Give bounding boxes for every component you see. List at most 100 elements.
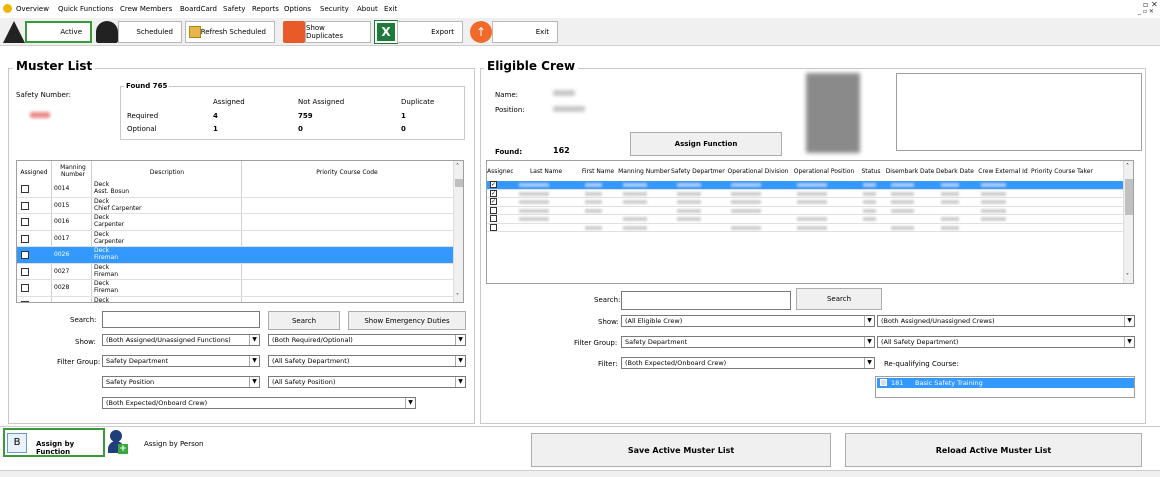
crew-col-header[interactable]: Priority Course Taken xyxy=(1031,168,1093,175)
col-assigned-header[interactable]: Assigned xyxy=(19,169,49,176)
table-row[interactable]: 0027 Deck Fireman xyxy=(17,264,453,280)
crew-col-header[interactable]: Safety Department xyxy=(671,168,725,175)
crew-col-header[interactable]: First Name xyxy=(579,168,617,175)
dropdown-arrow-icon[interactable]: ▼ xyxy=(455,335,465,345)
dropdown-arrow-icon[interactable]: ▼ xyxy=(864,358,874,368)
refresh-scheduled-button[interactable]: Refresh Scheduled xyxy=(185,21,275,43)
row-checkbox[interactable] xyxy=(21,267,29,276)
scroll-up-icon[interactable]: ˄ xyxy=(1126,163,1129,170)
dropdown-arrow-icon[interactable]: ▼ xyxy=(249,335,259,345)
crew-col-header[interactable]: Operational Division xyxy=(725,168,791,175)
col-manning-header[interactable]: Manning Number xyxy=(53,164,93,178)
table-row[interactable]: 0017 Deck Carpenter xyxy=(17,231,453,247)
table-row[interactable]: 0015 Deck Chief Carpenter xyxy=(17,198,453,214)
dropdown-arrow-icon[interactable]: ▼ xyxy=(1124,316,1134,326)
crew-table-scrollbar[interactable]: ˄ ˅ xyxy=(1123,161,1133,283)
crew-row-checkbox[interactable] xyxy=(490,206,497,214)
crew-filter-select-3[interactable]: (Both Expected/Onboard Crew) ▼ xyxy=(621,357,875,369)
crew-col-header[interactable]: Manning Number xyxy=(617,168,671,175)
row-checkbox[interactable] xyxy=(21,201,29,210)
menu-exit[interactable]: Exit xyxy=(384,5,397,13)
emergency-duties-button[interactable]: Show Emergency Duties xyxy=(348,311,466,330)
crew-col-header[interactable]: Disembark Date xyxy=(885,168,935,175)
col-description-header[interactable]: Description xyxy=(93,169,241,176)
muster-table-scrollbar[interactable]: ˄ ˅ xyxy=(453,161,463,302)
table-row[interactable]: 0028 Deck Fireman xyxy=(17,280,453,297)
assign-function-button[interactable]: Assign Function xyxy=(630,132,782,156)
crew-row-checkbox[interactable]: ✓ xyxy=(490,198,497,205)
scheduled-button[interactable]: Scheduled xyxy=(118,21,182,43)
save-muster-list-button[interactable]: Save Active Muster List xyxy=(531,433,831,467)
crew-row-checkbox[interactable] xyxy=(490,215,497,222)
menu-boardcard[interactable]: BoardCard xyxy=(180,5,217,13)
menu-safety[interactable]: Safety xyxy=(223,5,245,13)
crew-table[interactable]: Assigned Last Name First Name Manning Numbe… xyxy=(486,160,1134,284)
muster-show-select-1[interactable]: (Both Assigned/Unassigned Functions) ▼ xyxy=(102,334,260,346)
crew-table-row[interactable]: ✓ xyxy=(487,198,1123,207)
crew-filter-select-2[interactable]: (All Safety Department) ▼ xyxy=(877,336,1135,348)
menu-reports[interactable]: Reports xyxy=(252,5,279,13)
crew-filter-select-1[interactable]: Safety Department ▼ xyxy=(621,336,875,348)
requalifying-course-list[interactable]: 181 Basic Safety Training xyxy=(875,376,1135,398)
scroll-thumb[interactable] xyxy=(1125,179,1133,215)
dropdown-arrow-icon[interactable]: ▼ xyxy=(455,377,465,387)
course-checkbox[interactable] xyxy=(880,379,887,386)
crew-table-row[interactable] xyxy=(487,215,1123,224)
row-checkbox[interactable] xyxy=(21,251,29,259)
menu-security[interactable]: Security xyxy=(320,5,349,13)
assign-by-function-tab[interactable]: B Assign by Function xyxy=(3,428,105,457)
menu-about[interactable]: About xyxy=(357,5,378,13)
scroll-down-icon[interactable]: ˅ xyxy=(456,293,459,300)
muster-filter-select-5[interactable]: (Both Expected/Onboard Crew) ▼ xyxy=(102,397,416,409)
muster-search-input[interactable] xyxy=(102,311,260,328)
window-controls-icon[interactable]: _ ▫ ✕ xyxy=(1138,8,1154,15)
row-checkbox[interactable] xyxy=(21,218,29,226)
dropdown-arrow-icon[interactable]: ▼ xyxy=(405,398,415,408)
menu-crew-members[interactable]: Crew Members xyxy=(120,5,172,13)
show-duplicates-button[interactable]: Show Duplicates xyxy=(305,21,371,43)
muster-filter-select-1[interactable]: Safety Department ▼ xyxy=(102,355,260,367)
crew-col-header[interactable]: Last Name xyxy=(513,168,579,175)
table-row[interactable]: 0016 Deck Carpenter xyxy=(17,214,453,231)
row-checkbox[interactable] xyxy=(21,284,29,292)
row-checkbox[interactable] xyxy=(21,234,29,243)
menu-overview[interactable]: Overview xyxy=(16,5,49,13)
dropdown-arrow-icon[interactable]: ▼ xyxy=(455,356,465,366)
dropdown-arrow-icon[interactable]: ▼ xyxy=(249,377,259,387)
crew-search-button[interactable]: Search xyxy=(796,288,882,310)
scroll-up-icon[interactable]: ˄ xyxy=(456,163,459,170)
export-button[interactable]: Export xyxy=(397,21,463,43)
col-priority-header[interactable]: Priority Course Code xyxy=(241,169,453,176)
menu-options[interactable]: Options xyxy=(284,5,311,13)
crew-table-row[interactable] xyxy=(487,223,1123,232)
menu-quick-functions[interactable]: Quick Functions xyxy=(58,5,113,13)
crew-col-header[interactable]: Status xyxy=(857,168,885,175)
crew-search-input[interactable] xyxy=(621,291,791,310)
row-checkbox[interactable] xyxy=(21,300,29,302)
crew-show-select-2[interactable]: (Both Assigned/Unassigned Crews) ▼ xyxy=(877,315,1135,327)
muster-search-button[interactable]: Search xyxy=(268,311,340,330)
crew-row-checkbox[interactable]: ✓ xyxy=(490,181,497,188)
crew-table-row[interactable]: ✓ xyxy=(487,189,1123,198)
crew-row-checkbox[interactable] xyxy=(490,223,497,231)
crew-row-checkbox[interactable]: ✓ xyxy=(490,189,497,197)
course-item[interactable]: 181 Basic Safety Training xyxy=(877,378,1134,388)
table-row[interactable]: Deck xyxy=(17,297,453,302)
crew-col-header[interactable]: Assigned xyxy=(487,168,513,175)
muster-table[interactable]: Assigned Manning Number Description Prio… xyxy=(16,160,464,303)
muster-filter-select-3[interactable]: Safety Position ▼ xyxy=(102,376,260,388)
active-button[interactable]: Active xyxy=(25,21,92,43)
muster-show-select-2[interactable]: (Both Required/Optional) ▼ xyxy=(268,334,466,346)
exit-button[interactable]: Exit xyxy=(492,21,558,43)
crew-col-header[interactable]: Crew External Id xyxy=(975,168,1031,175)
reload-muster-list-button[interactable]: Reload Active Muster List xyxy=(845,433,1142,467)
table-row[interactable]: 0026 Deck Fireman xyxy=(17,247,453,264)
scroll-thumb[interactable] xyxy=(455,179,463,187)
crew-show-select-1[interactable]: (All Eligible Crew) ▼ xyxy=(621,315,875,327)
scroll-down-icon[interactable]: ˅ xyxy=(1126,273,1129,280)
crew-table-row[interactable]: ✓ xyxy=(487,181,1123,190)
dropdown-arrow-icon[interactable]: ▼ xyxy=(864,337,874,347)
dropdown-arrow-icon[interactable]: ▼ xyxy=(249,356,259,366)
crew-col-header[interactable]: Debark Date xyxy=(935,168,975,175)
muster-filter-select-4[interactable]: (All Safety Position) ▼ xyxy=(268,376,466,388)
